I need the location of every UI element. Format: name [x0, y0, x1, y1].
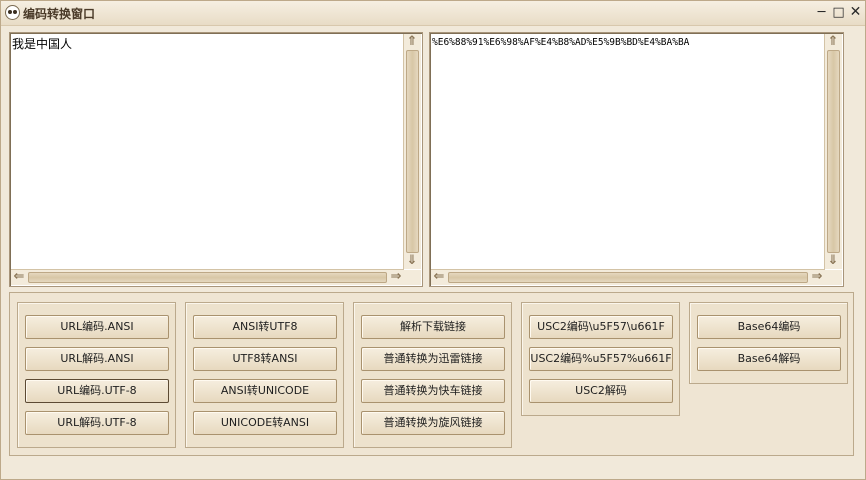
- output-text[interactable]: %E6%88%91%E6%98%AF%E4%B8%AD%E5%9B%BD%E4%…: [432, 37, 823, 270]
- usc2-encode-percent-u-button[interactable]: USC2编码%u5F57%u661F: [529, 347, 673, 371]
- maximize-button[interactable]: □: [830, 4, 847, 21]
- scroll-right-arrow-icon[interactable]: ⇒: [809, 269, 825, 285]
- scrollbar-thumb[interactable]: [827, 50, 840, 253]
- scroll-up-arrow-icon[interactable]: ⇑: [404, 34, 420, 50]
- status-bar: [9, 460, 854, 474]
- convert-to-thunder-link-button[interactable]: 普通转换为迅雷链接: [361, 347, 505, 371]
- input-horizontal-scrollbar[interactable]: ⇐ ⇒: [11, 269, 404, 285]
- scroll-left-arrow-icon[interactable]: ⇐: [431, 269, 447, 285]
- scrollbar-thumb[interactable]: [406, 50, 419, 253]
- panda-app-icon: [5, 5, 20, 20]
- ansi-to-unicode-button[interactable]: ANSI转UNICODE: [193, 379, 337, 403]
- scrollbar-thumb[interactable]: [28, 272, 387, 283]
- url-decode-ansi-button[interactable]: URL解码.ANSI: [25, 347, 169, 371]
- utf8-to-ansi-button[interactable]: UTF8转ANSI: [193, 347, 337, 371]
- minimize-button[interactable]: ─: [813, 4, 830, 21]
- usc2-encode-backslash-u-button[interactable]: USC2编码\u5F57\u661F: [529, 315, 673, 339]
- base64-encode-button[interactable]: Base64编码: [697, 315, 841, 339]
- convert-to-qqxuanfeng-link-button[interactable]: 普通转换为旋风链接: [361, 411, 505, 435]
- output-vertical-scrollbar[interactable]: ⇑ ⇓: [824, 34, 842, 269]
- url-encode-ansi-button[interactable]: URL编码.ANSI: [25, 315, 169, 339]
- close-button[interactable]: ✕: [847, 4, 864, 21]
- unicode-to-ansi-button[interactable]: UNICODE转ANSI: [193, 411, 337, 435]
- scroll-up-arrow-icon[interactable]: ⇑: [825, 34, 841, 50]
- base64-decode-button[interactable]: Base64解码: [697, 347, 841, 371]
- input-vertical-scrollbar[interactable]: ⇑ ⇓: [403, 34, 421, 269]
- scroll-down-arrow-icon[interactable]: ⇓: [404, 253, 420, 269]
- scrollbar-thumb[interactable]: [448, 272, 808, 283]
- scroll-down-arrow-icon[interactable]: ⇓: [825, 253, 841, 269]
- url-encode-utf8-button[interactable]: URL编码.UTF-8: [25, 379, 169, 403]
- url-decode-utf8-button[interactable]: URL解码.UTF-8: [25, 411, 169, 435]
- convert-to-flashget-link-button[interactable]: 普通转换为快车链接: [361, 379, 505, 403]
- window-title: 编码转换窗口: [23, 7, 96, 21]
- input-text[interactable]: 我是中国人: [12, 35, 402, 270]
- output-horizontal-scrollbar[interactable]: ⇐ ⇒: [431, 269, 825, 285]
- scroll-right-arrow-icon[interactable]: ⇒: [388, 269, 404, 285]
- output-textbox[interactable]: %E6%88%91%E6%98%AF%E4%B8%AD%E5%9B%BD%E4%…: [429, 32, 844, 287]
- scroll-corner: [825, 270, 842, 285]
- ansi-to-utf8-button[interactable]: ANSI转UTF8: [193, 315, 337, 339]
- scroll-corner: [404, 270, 421, 285]
- scroll-left-arrow-icon[interactable]: ⇐: [11, 269, 27, 285]
- title-bar[interactable]: 编码转换窗口 ─ □ ✕: [1, 1, 865, 26]
- parse-download-link-button[interactable]: 解析下载链接: [361, 315, 505, 339]
- input-textbox[interactable]: 我是中国人 ⇑ ⇓ ⇐ ⇒: [9, 32, 423, 287]
- usc2-decode-button[interactable]: USC2解码: [529, 379, 673, 403]
